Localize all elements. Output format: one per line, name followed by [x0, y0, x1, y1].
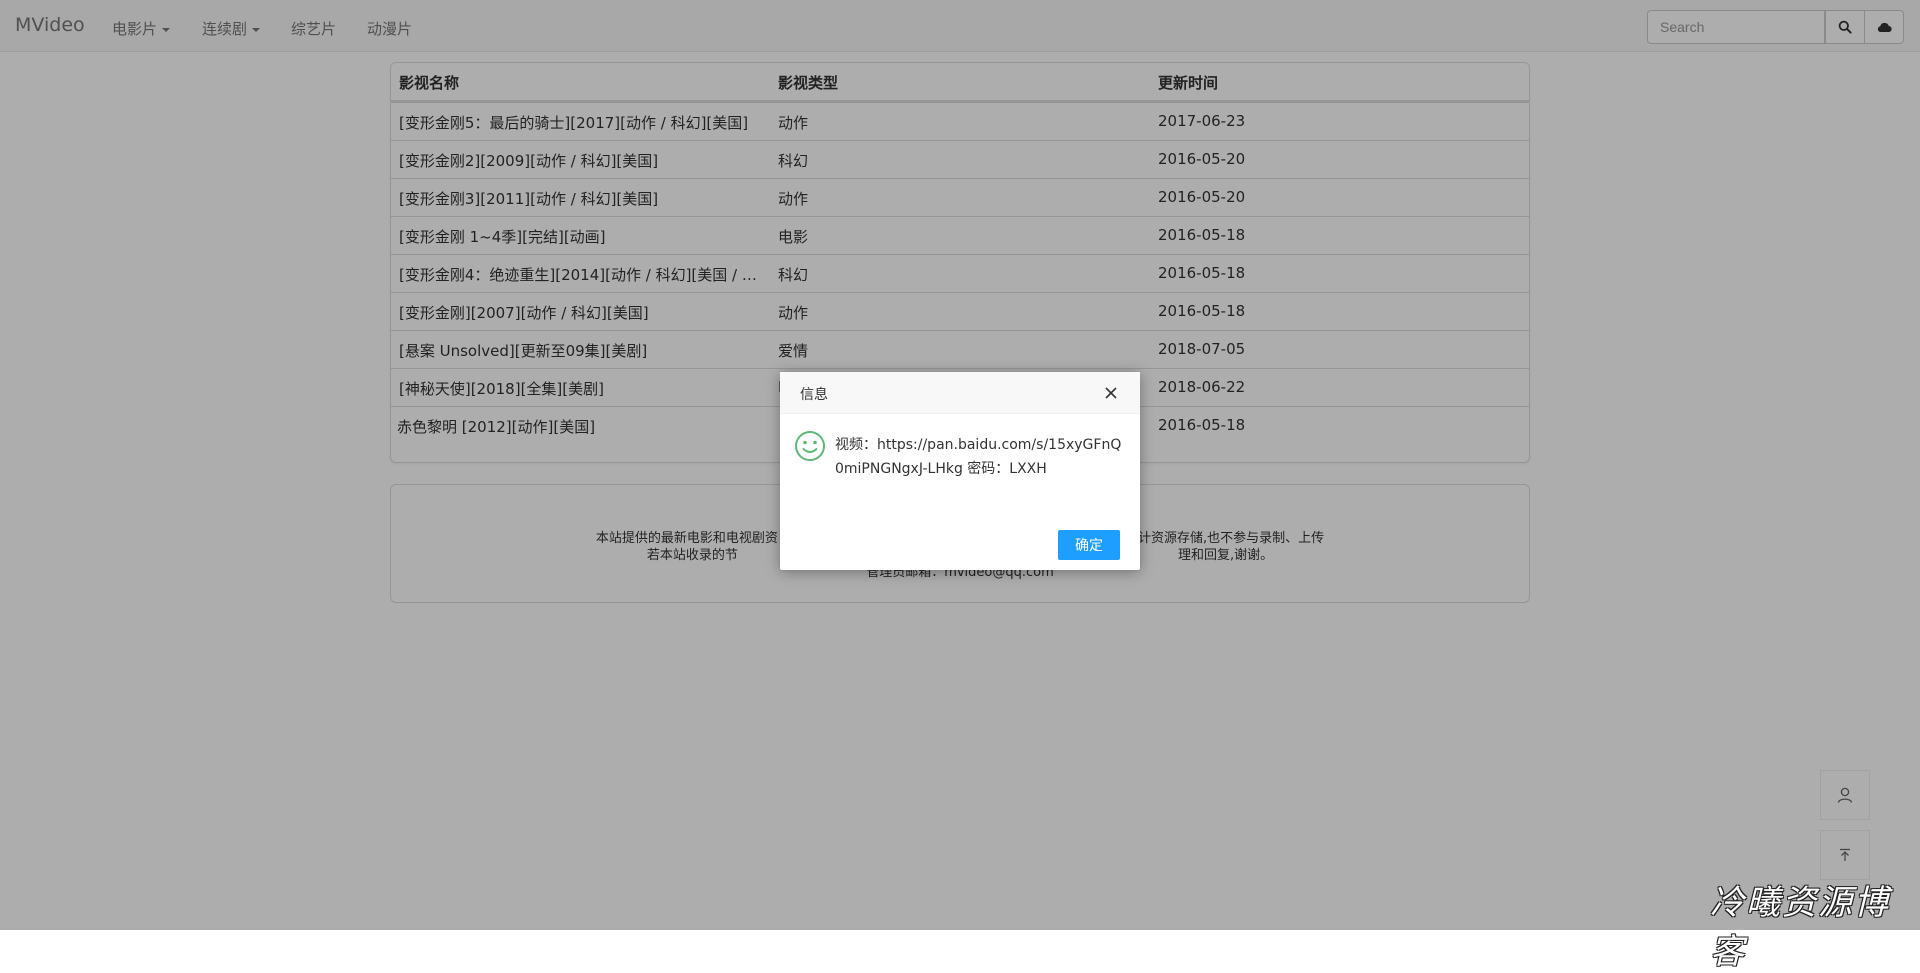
close-icon[interactable]	[1103, 385, 1119, 401]
dialog-message: 视频：https://pan.baidu.com/s/15xyGFnQ0miPN…	[835, 437, 1122, 477]
dialog-title: 信息	[800, 387, 828, 403]
smile-icon	[795, 431, 825, 461]
info-dialog: 信息 视频：https://pan.baidu.com/s/15xyGFnQ0m…	[780, 372, 1140, 570]
dialog-header: 信息	[780, 372, 1140, 414]
confirm-button[interactable]: 确定	[1058, 530, 1120, 560]
watermark-text: 冷曦资源博客	[1710, 883, 1890, 972]
